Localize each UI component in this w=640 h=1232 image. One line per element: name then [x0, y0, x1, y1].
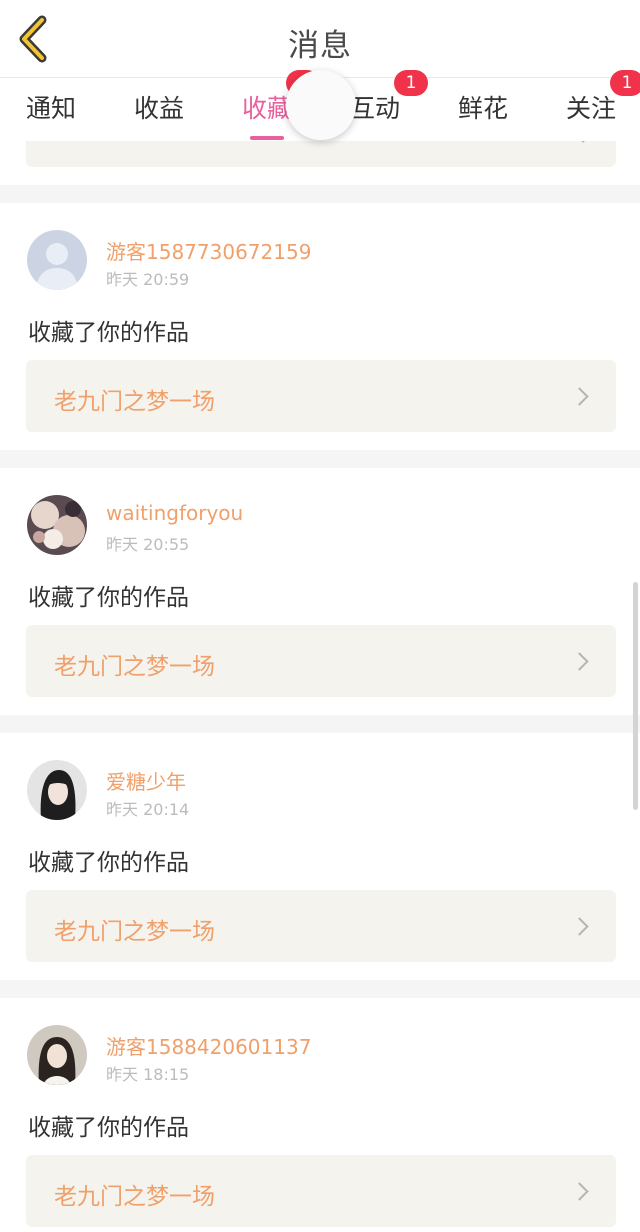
- chevron-right-icon: [570, 917, 589, 936]
- divider: [0, 980, 640, 998]
- tab-label: 收益: [134, 94, 185, 123]
- tab-flowers[interactable]: 鲜花: [458, 89, 508, 139]
- divider: [0, 185, 640, 203]
- page-title: 消息: [288, 28, 352, 64]
- list-item: 爱糖少年 昨天 20:14 收藏了你的作品 老九门之梦一场: [0, 733, 640, 980]
- active-tab-indicator: [250, 136, 284, 140]
- action-text: 收藏了你的作品: [28, 320, 189, 346]
- work-title: 老九门之梦一场: [54, 654, 215, 680]
- tab-follow[interactable]: 关注: [566, 89, 616, 139]
- list-item: 游客1587730672159 昨天 20:59 收藏了你的作品 老九门之梦一场: [0, 203, 640, 450]
- tab-label: 互动: [350, 94, 401, 123]
- work-link[interactable]: 老九门之梦一场: [26, 360, 616, 432]
- tab-label: 通知: [26, 94, 77, 123]
- user-avatar-photo[interactable]: [27, 495, 87, 555]
- tab-interaction[interactable]: 互动: [350, 89, 400, 139]
- unread-badge: 1: [394, 70, 428, 96]
- unread-badge: 1: [610, 70, 640, 96]
- divider: [0, 715, 640, 733]
- work-title: 老九门之梦一场: [54, 389, 215, 415]
- username[interactable]: 爱糖少年: [106, 766, 186, 795]
- tab-favorites[interactable]: 收藏: [242, 89, 293, 140]
- top-bar: 消息: [0, 0, 640, 78]
- chevron-right-icon: [570, 1182, 589, 1201]
- work-title: 老九门之梦一场: [54, 919, 215, 945]
- action-text: 收藏了你的作品: [28, 850, 189, 876]
- username[interactable]: waitingforyou: [106, 501, 243, 525]
- action-text: 收藏了你的作品: [28, 1115, 189, 1141]
- work-link[interactable]: 老九门之梦一场: [26, 625, 616, 697]
- username[interactable]: 游客1588420601137: [106, 1031, 311, 1060]
- list-item: waitingforyou 昨天 20:55 收藏了你的作品 老九门之梦一场: [0, 468, 640, 715]
- tab-label: 鲜花: [458, 94, 509, 123]
- timestamp: 昨天 18:15: [106, 1065, 190, 1084]
- tab-label: 关注: [566, 94, 617, 123]
- user-avatar-photo[interactable]: [27, 1025, 87, 1085]
- divider: [0, 450, 640, 468]
- scrollbar[interactable]: [633, 582, 638, 810]
- tab-income[interactable]: 收益: [134, 89, 184, 139]
- list-item: 游客1588420601137 昨天 18:15 收藏了你的作品 老九门之梦一场: [0, 998, 640, 1232]
- tab-notify[interactable]: 通知: [26, 89, 76, 139]
- action-text: 收藏了你的作品: [28, 585, 189, 611]
- chevron-right-icon: [570, 652, 589, 671]
- username[interactable]: 游客1587730672159: [106, 236, 311, 265]
- timestamp: 昨天 20:14: [106, 800, 190, 819]
- work-link[interactable]: 老九门之梦一场: [26, 1155, 616, 1227]
- app-screen: 游客1587730672159 昨天 20:59 收藏了你的作品 老九门之梦一场: [0, 0, 640, 1232]
- work-title: 老九门之梦一场: [54, 1184, 215, 1210]
- default-avatar-icon[interactable]: [27, 230, 87, 290]
- user-avatar-photo[interactable]: [27, 760, 87, 820]
- floating-assist-button[interactable]: [286, 70, 356, 140]
- work-link[interactable]: 老九门之梦一场: [26, 890, 616, 962]
- chevron-right-icon: [570, 387, 589, 406]
- timestamp: 昨天 20:59: [106, 270, 190, 289]
- tab-label: 收藏: [242, 94, 293, 123]
- timestamp: 昨天 20:55: [106, 535, 190, 554]
